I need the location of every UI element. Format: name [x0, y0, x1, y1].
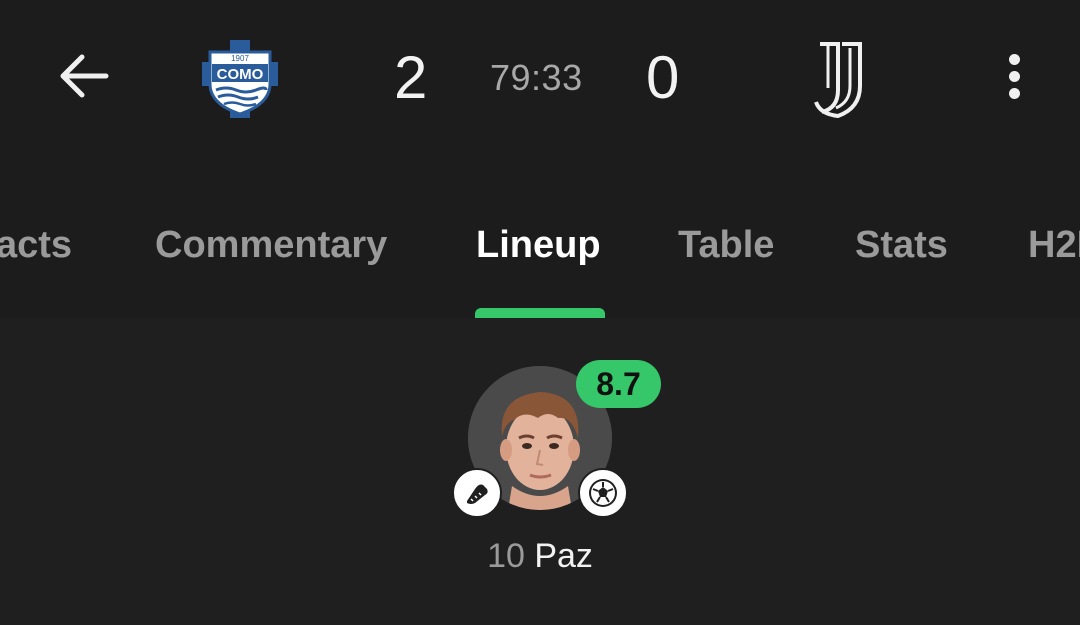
more-dot-icon: [1008, 53, 1020, 65]
away-score: 0: [646, 44, 681, 111]
goal-ball-icon: [578, 468, 628, 518]
tab-stats[interactable]: Stats: [855, 220, 948, 270]
away-team-crest[interactable]: [808, 40, 872, 118]
tab-h2h[interactable]: H2H: [1028, 220, 1080, 270]
home-score: 2: [394, 44, 429, 111]
home-team-crest[interactable]: 1907 COMO: [202, 40, 278, 118]
tab-commentary[interactable]: Commentary: [155, 220, 387, 270]
player-number: 10: [487, 537, 525, 575]
tab-facts[interactable]: acts: [0, 220, 72, 270]
assist-boot-icon: [452, 468, 502, 518]
match-screen: 1907 COMO 2 79:33 0 acts Commentary Line…: [0, 0, 1080, 625]
player-rating-badge: 8.7: [576, 360, 661, 408]
more-dot-icon: [1008, 70, 1020, 82]
tab-lineup[interactable]: Lineup: [476, 220, 601, 270]
player-name: Paz: [534, 537, 593, 575]
match-clock: 79:33: [490, 57, 583, 98]
crest-year-text: 1907: [231, 54, 249, 63]
active-tab-indicator: [475, 308, 605, 318]
more-options-button[interactable]: [988, 44, 1040, 108]
tab-table[interactable]: Table: [678, 220, 774, 270]
player-card[interactable]: 8.7 10 Paz: [440, 350, 661, 590]
more-dot-icon: [1008, 87, 1020, 99]
arrow-left-icon: [60, 54, 109, 98]
match-tabs: acts Commentary Lineup Table Stats H2H: [0, 196, 1080, 318]
player-label: 10 Paz: [440, 534, 640, 578]
crest-name-text: COMO: [217, 66, 264, 83]
back-button[interactable]: [52, 44, 116, 108]
